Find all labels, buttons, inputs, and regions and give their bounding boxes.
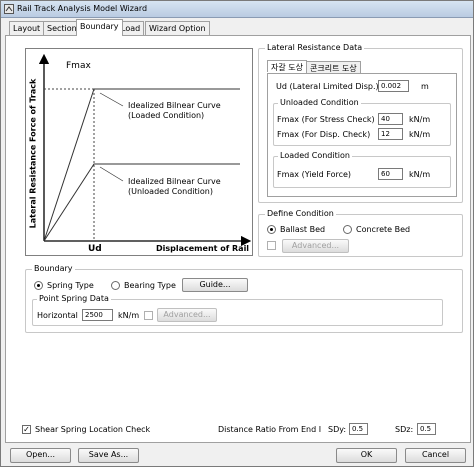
bearing-type-label: Bearing Type bbox=[124, 281, 176, 290]
open-button[interactable]: Open... bbox=[10, 448, 71, 463]
title-bar[interactable]: Rail Track Analysis Model Wizard bbox=[1, 1, 473, 18]
unloaded-leader bbox=[99, 166, 124, 182]
ballast-bed-radio[interactable] bbox=[267, 225, 276, 234]
unloaded-curve bbox=[43, 163, 240, 242]
sdy-input[interactable]: 0.5 bbox=[349, 423, 368, 435]
fmax-yield-label: Fmax (Yield Force) bbox=[277, 170, 352, 179]
point-spring-advanced-button[interactable]: Advanced... bbox=[157, 308, 217, 322]
horizontal-label: Horizontal bbox=[37, 311, 78, 320]
window-title: Rail Track Analysis Model Wizard bbox=[17, 4, 148, 13]
tab-wizard-option[interactable]: Wizard Option bbox=[145, 21, 210, 35]
save-as-button[interactable]: Save As... bbox=[78, 448, 139, 463]
concrete-bed-radio[interactable] bbox=[343, 225, 352, 234]
subtab-concrete[interactable]: 콘크리트 도상 bbox=[306, 61, 361, 73]
wizard-window: Rail Track Analysis Model Wizard Layout … bbox=[0, 0, 474, 467]
define-advanced-button[interactable]: Advanced... bbox=[282, 239, 349, 253]
fmax-disp-label: Fmax (For Disp. Check) bbox=[277, 130, 371, 139]
boundary-title: Boundary bbox=[32, 264, 75, 273]
concrete-bed-label: Concrete Bed bbox=[356, 225, 411, 234]
loaded-curve-label-1: Idealized Bilnear Curve bbox=[128, 101, 221, 110]
diagram-canvas bbox=[38, 53, 252, 247]
loaded-condition-title: Loaded Condition bbox=[278, 151, 352, 160]
ok-button[interactable]: OK bbox=[336, 448, 397, 463]
y-axis-label: Lateral Resistance Force of Track bbox=[28, 78, 38, 229]
fmax-yield-unit: kN/m bbox=[409, 170, 431, 179]
ud-label: Ud bbox=[88, 244, 102, 254]
app-icon bbox=[4, 4, 14, 14]
fmax-stress-unit: kN/m bbox=[409, 115, 431, 124]
ud-field-label: Ud (Lateral Limited Disp.) bbox=[276, 82, 379, 91]
sdy-label: SDy: bbox=[328, 425, 347, 434]
lateral-resistance-title: Lateral Resistance Data bbox=[265, 43, 365, 52]
spring-type-label: Spring Type bbox=[47, 281, 94, 290]
guide-button[interactable]: Guide... bbox=[182, 278, 248, 292]
fmax-stress-label: Fmax (For Stress Check) bbox=[277, 115, 375, 124]
shear-spring-checkbox[interactable]: ✓ bbox=[22, 425, 31, 434]
shear-spring-label: Shear Spring Location Check bbox=[35, 425, 151, 434]
ud-input[interactable]: 0.002 bbox=[378, 80, 409, 92]
distance-ratio-label: Distance Ratio From End I bbox=[218, 425, 322, 434]
loaded-curve-label-2: (Loaded Condition) bbox=[128, 111, 205, 120]
fmax-disp-unit: kN/m bbox=[409, 130, 431, 139]
ballast-bed-label: Ballast Bed bbox=[280, 225, 326, 234]
define-advanced-checkbox[interactable] bbox=[267, 241, 276, 250]
unloaded-curve-label-1: Idealized Bilnear Curve bbox=[128, 177, 221, 186]
tab-layout[interactable]: Layout bbox=[9, 21, 45, 35]
bilinear-curve-diagram: Fmax Lateral Resistance Force of Track D… bbox=[25, 48, 253, 256]
ud-unit: m bbox=[421, 82, 429, 91]
fmax-stress-input[interactable]: 40 bbox=[378, 113, 403, 125]
fmax-label: Fmax bbox=[66, 61, 91, 71]
tab-boundary[interactable]: Boundary bbox=[76, 19, 123, 36]
subtab-ballast[interactable]: 자갈 도상 bbox=[267, 60, 307, 72]
x-axis-label: Displacement of Rail bbox=[156, 244, 250, 253]
unloaded-condition-group: Unloaded Condition bbox=[273, 98, 451, 146]
spring-type-radio[interactable] bbox=[34, 281, 43, 290]
bearing-type-radio[interactable] bbox=[111, 281, 120, 290]
sdz-label: SDz: bbox=[395, 425, 414, 434]
sdz-input[interactable]: 0.5 bbox=[417, 423, 436, 435]
point-spring-title: Point Spring Data bbox=[37, 294, 111, 303]
cancel-button[interactable]: Cancel bbox=[405, 448, 466, 463]
loaded-leader bbox=[99, 92, 124, 107]
fmax-yield-input[interactable]: 60 bbox=[378, 168, 403, 180]
unloaded-condition-title: Unloaded Condition bbox=[278, 98, 361, 107]
fmax-disp-input[interactable]: 12 bbox=[378, 128, 403, 140]
define-condition-title: Define Condition bbox=[265, 209, 336, 218]
point-spring-advanced-checkbox[interactable] bbox=[144, 311, 153, 320]
unloaded-curve-label-2: (Unloaded Condition) bbox=[128, 187, 213, 196]
horizontal-unit: kN/m bbox=[118, 311, 140, 320]
horizontal-input[interactable]: 2500 bbox=[82, 309, 113, 321]
